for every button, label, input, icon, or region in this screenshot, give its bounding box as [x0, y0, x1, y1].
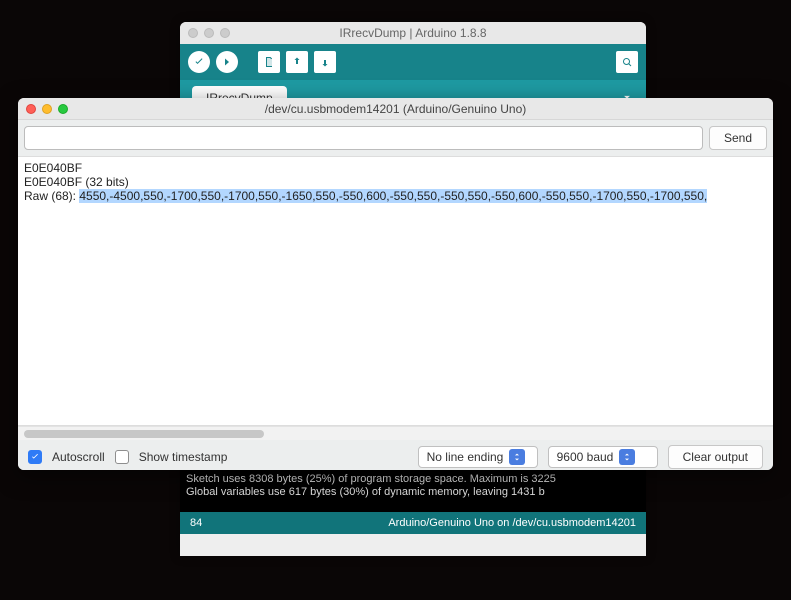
output-raw-prefix: Raw (68): — [24, 189, 79, 203]
console-line: Sketch uses 8308 bytes (25%) of program … — [186, 473, 556, 485]
ide-statusbar: 84 Arduino/Genuino Uno on /dev/cu.usbmod… — [180, 512, 646, 534]
monitor-titlebar: /dev/cu.usbmodem14201 (Arduino/Genuino U… — [18, 98, 773, 120]
verify-button[interactable] — [188, 51, 210, 73]
new-button[interactable] — [258, 51, 280, 73]
line-ending-select[interactable]: No line ending — [418, 446, 538, 468]
send-button[interactable]: Send — [709, 126, 767, 150]
horizontal-scrollbar[interactable] — [18, 426, 773, 440]
chevron-down-icon — [619, 449, 635, 465]
scrollbar-thumb[interactable] — [24, 430, 264, 438]
monitor-input-row: Send — [18, 120, 773, 156]
ide-toolbar — [180, 44, 646, 80]
clear-output-button[interactable]: Clear output — [668, 445, 763, 469]
output-raw-selected: 4550,-4500,550,-1700,550,-1700,550,-1650… — [79, 189, 707, 203]
autoscroll-label: Autoscroll — [52, 450, 105, 464]
output-line: E0E040BF — [24, 161, 82, 175]
monitor-bottom-bar: Autoscroll Show timestamp No line ending… — [18, 440, 773, 470]
show-timestamp-label: Show timestamp — [139, 450, 228, 464]
serial-monitor-button[interactable] — [616, 51, 638, 73]
autoscroll-checkbox[interactable] — [28, 450, 42, 464]
save-button[interactable] — [314, 51, 336, 73]
serial-monitor-window: /dev/cu.usbmodem14201 (Arduino/Genuino U… — [18, 98, 773, 470]
monitor-title: /dev/cu.usbmodem14201 (Arduino/Genuino U… — [18, 102, 773, 116]
open-button[interactable] — [286, 51, 308, 73]
clear-output-label: Clear output — [683, 450, 748, 464]
ide-title: IRrecvDump | Arduino 1.8.8 — [180, 26, 646, 40]
chevron-down-icon — [509, 449, 525, 465]
ide-console: Sketch uses 8308 bytes (25%) of program … — [180, 470, 646, 512]
line-ending-value: No line ending — [427, 450, 504, 464]
serial-input[interactable] — [24, 126, 703, 150]
baud-value: 9600 baud — [557, 450, 614, 464]
console-line: Global variables use 617 bytes (30%) of … — [186, 486, 545, 498]
upload-button[interactable] — [216, 51, 238, 73]
serial-output[interactable]: E0E040BF E0E040BF (32 bits) Raw (68): 45… — [18, 156, 773, 426]
send-button-label: Send — [724, 131, 752, 145]
status-line-number: 84 — [190, 517, 202, 529]
baud-select[interactable]: 9600 baud — [548, 446, 658, 468]
show-timestamp-checkbox[interactable] — [115, 450, 129, 464]
ide-titlebar: IRrecvDump | Arduino 1.8.8 — [180, 22, 646, 44]
status-board-port: Arduino/Genuino Uno on /dev/cu.usbmodem1… — [388, 517, 636, 529]
output-line: E0E040BF (32 bits) — [24, 175, 129, 189]
